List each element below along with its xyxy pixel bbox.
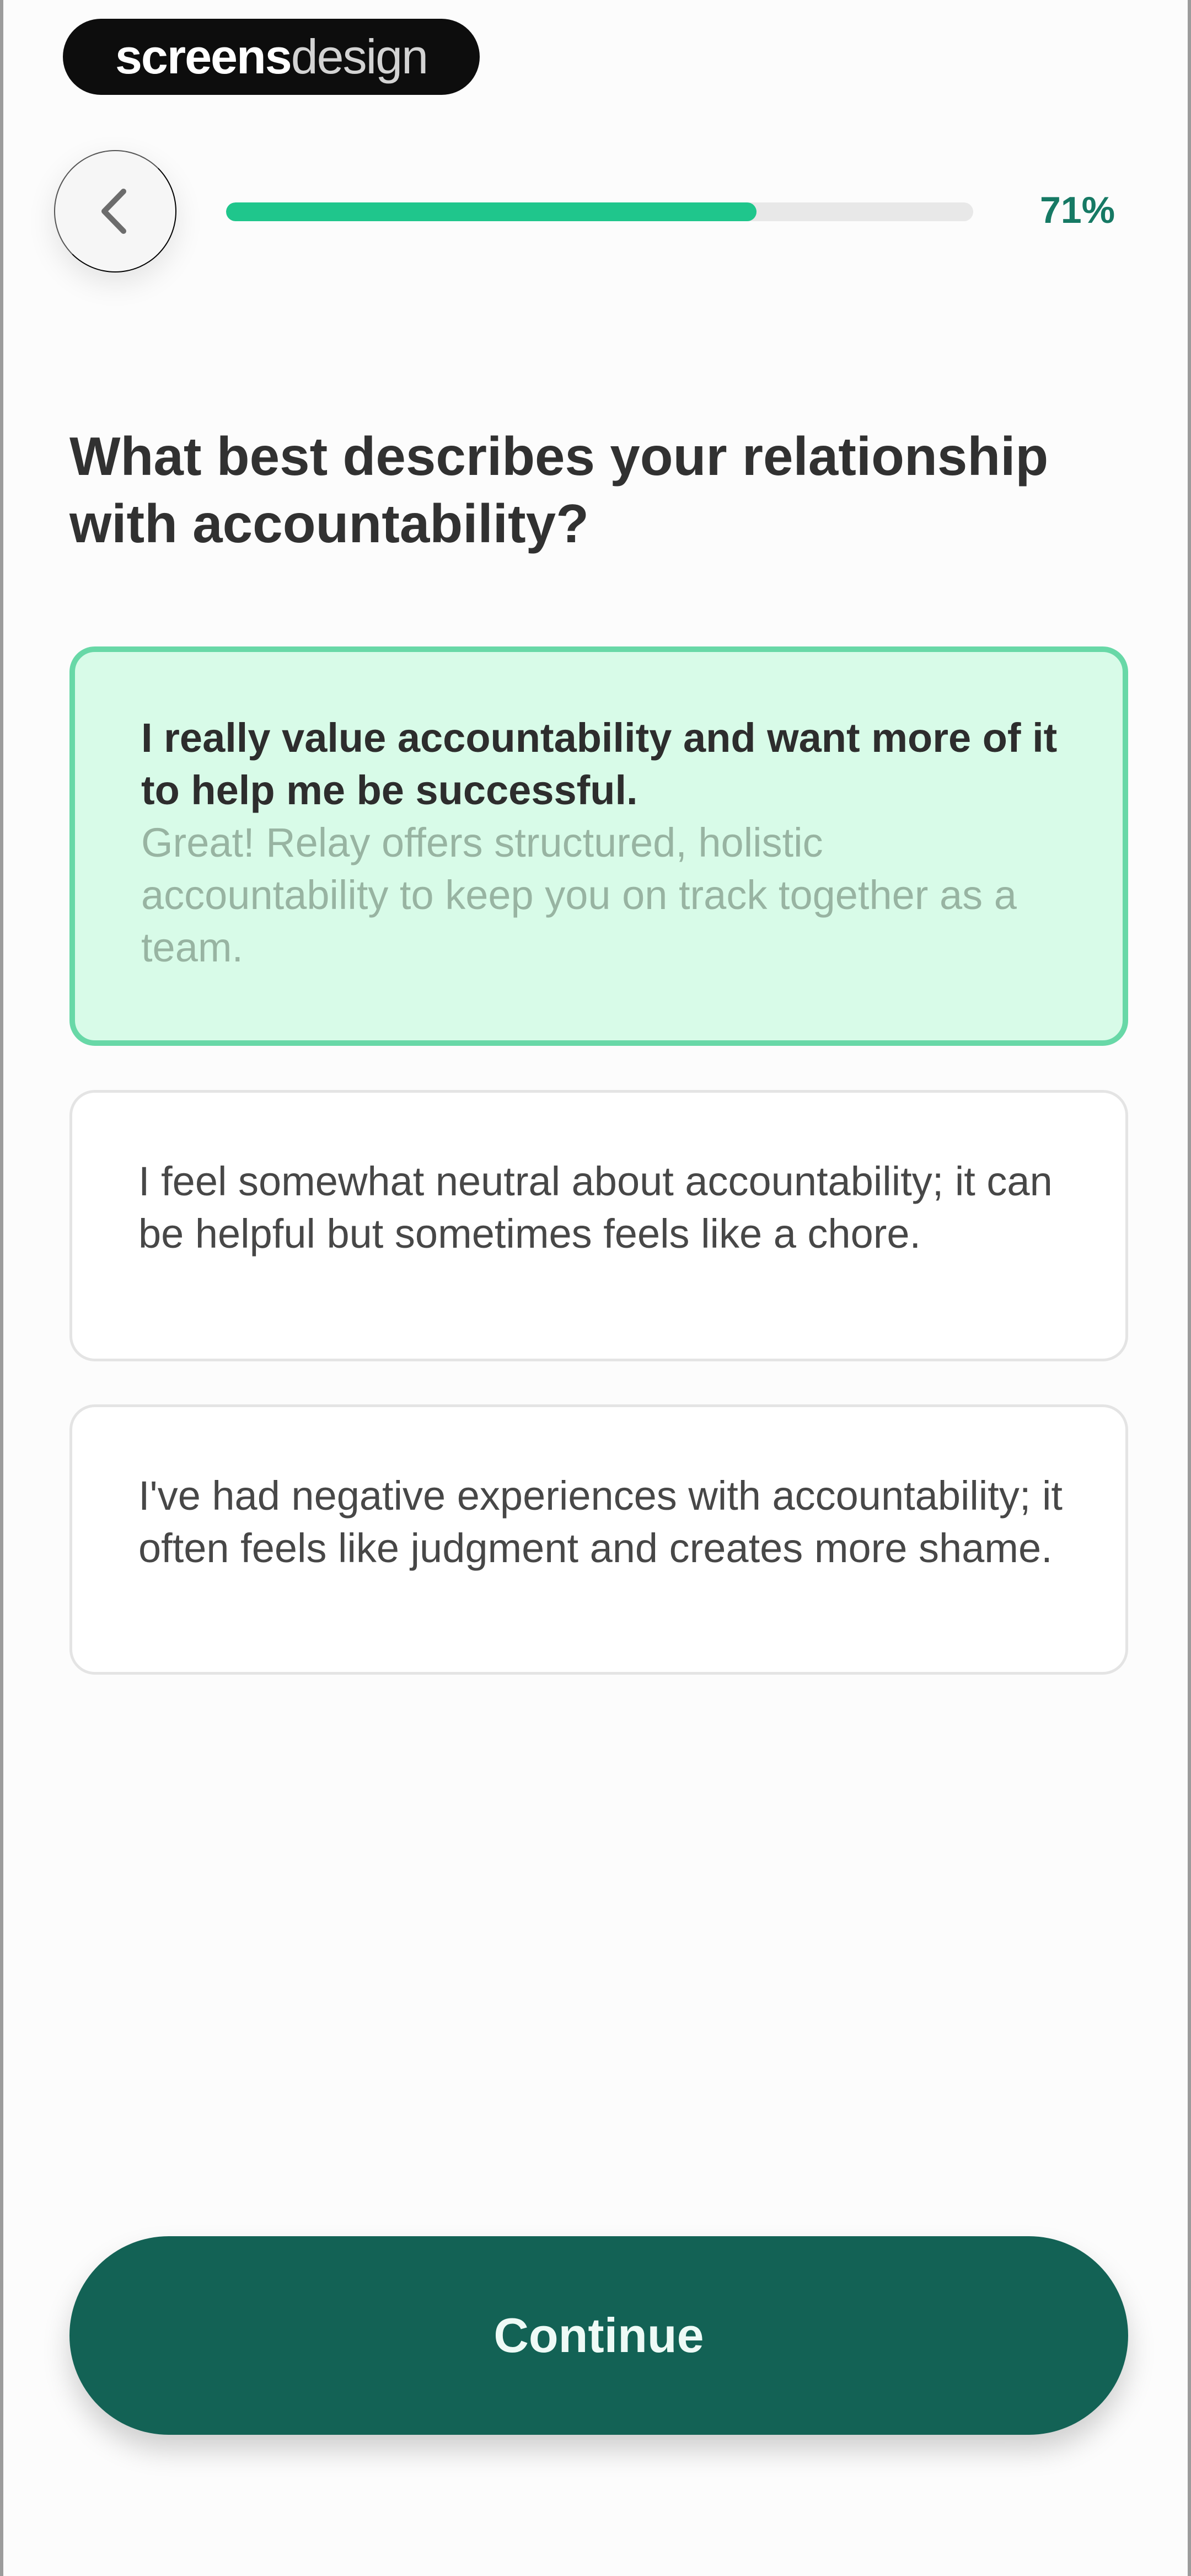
- brand-strong-text: screens: [115, 29, 292, 84]
- back-button[interactable]: [54, 150, 176, 272]
- brand-watermark: screens design: [63, 19, 480, 95]
- question-title: What best describes your relationship wi…: [69, 425, 1049, 554]
- app-screen: screens design 71% What best describes yo…: [0, 0, 1191, 2576]
- chevron-left-icon: [101, 189, 126, 234]
- progress-fill: [226, 202, 757, 221]
- progress-bar: [226, 202, 973, 221]
- option-title: I feel somewhat neutral about accountabi…: [138, 1158, 1053, 1257]
- answer-option-neutral-accountability[interactable]: I feel somewhat neutral about accountabi…: [69, 1090, 1128, 1361]
- answer-option-negative-accountability[interactable]: I've had negative experiences with accou…: [69, 1404, 1128, 1675]
- option-feedback: Great! Relay offers structured, holistic…: [141, 820, 1017, 970]
- progress-percentage: 71%: [1040, 189, 1115, 231]
- option-title: I really value accountability and want m…: [141, 715, 1058, 813]
- brand-light-text: design: [291, 29, 428, 84]
- option-title: I've had negative experiences with accou…: [138, 1473, 1063, 1571]
- answer-option-value-accountability[interactable]: I really value accountability and want m…: [69, 646, 1128, 1046]
- continue-button[interactable]: Continue: [69, 2236, 1128, 2435]
